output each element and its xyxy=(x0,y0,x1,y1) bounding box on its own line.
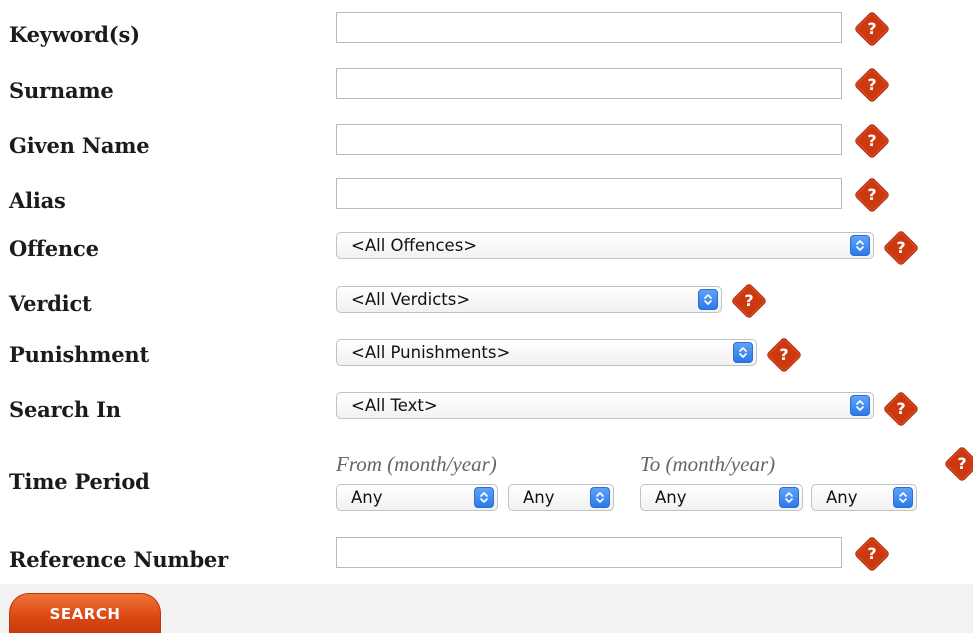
alias-label: Alias xyxy=(9,188,66,213)
offence-help-icon[interactable]: ? xyxy=(882,229,920,267)
given-name-input[interactable] xyxy=(336,124,842,155)
keywords-input[interactable] xyxy=(336,12,842,43)
punishment-label: Punishment xyxy=(9,342,149,367)
to-year-value: Any xyxy=(826,488,858,507)
verdict-label: Verdict xyxy=(9,291,92,316)
alias-input[interactable] xyxy=(336,178,842,209)
from-date-label: From (month/year) xyxy=(336,452,497,476)
surname-input[interactable] xyxy=(336,68,842,99)
offence-label: Offence xyxy=(9,236,99,261)
search-in-select[interactable]: <All Text> xyxy=(336,392,874,419)
surname-help-icon[interactable]: ? xyxy=(853,66,891,104)
punishment-help-icon[interactable]: ? xyxy=(765,336,803,374)
chevron-updown-icon xyxy=(893,487,913,508)
to-date-label: To (month/year) xyxy=(640,452,776,476)
search-in-select-value: <All Text> xyxy=(351,396,438,415)
alias-help-icon[interactable]: ? xyxy=(853,176,891,214)
chevron-updown-icon xyxy=(850,395,870,416)
chevron-updown-icon xyxy=(474,487,494,508)
search-in-help-icon[interactable]: ? xyxy=(882,390,920,428)
chevron-updown-icon xyxy=(590,487,610,508)
time-period-help-icon[interactable]: ? xyxy=(943,445,973,483)
verdict-select-value: <All Verdicts> xyxy=(351,290,471,309)
to-month-value: Any xyxy=(655,488,687,507)
punishment-select-value: <All Punishments> xyxy=(351,343,511,362)
offence-select[interactable]: <All Offences> xyxy=(336,232,874,259)
reference-number-label: Reference Number xyxy=(9,547,228,572)
time-period-label: Time Period xyxy=(9,469,150,494)
reference-number-input[interactable] xyxy=(336,537,842,568)
offence-select-value: <All Offences> xyxy=(351,236,478,255)
given-name-help-icon[interactable]: ? xyxy=(853,122,891,160)
given-name-label: Given Name xyxy=(9,133,150,158)
to-month-select[interactable]: Any xyxy=(640,484,803,511)
surname-label: Surname xyxy=(9,78,114,103)
chevron-updown-icon xyxy=(779,487,799,508)
to-year-select[interactable]: Any xyxy=(811,484,917,511)
verdict-help-icon[interactable]: ? xyxy=(730,282,768,320)
chevron-updown-icon xyxy=(733,342,753,363)
reference-number-help-icon[interactable]: ? xyxy=(853,535,891,573)
search-in-label: Search In xyxy=(9,397,121,422)
punishment-select[interactable]: <All Punishments> xyxy=(336,339,757,366)
from-year-value: Any xyxy=(523,488,555,507)
chevron-updown-icon xyxy=(698,289,718,310)
keywords-help-icon[interactable]: ? xyxy=(853,10,891,48)
from-month-value: Any xyxy=(351,488,383,507)
verdict-select[interactable]: <All Verdicts> xyxy=(336,286,722,313)
search-button[interactable]: SEARCH xyxy=(9,593,161,633)
from-year-select[interactable]: Any xyxy=(508,484,614,511)
keywords-label: Keyword(s) xyxy=(9,22,140,47)
chevron-updown-icon xyxy=(850,235,870,256)
from-month-select[interactable]: Any xyxy=(336,484,498,511)
